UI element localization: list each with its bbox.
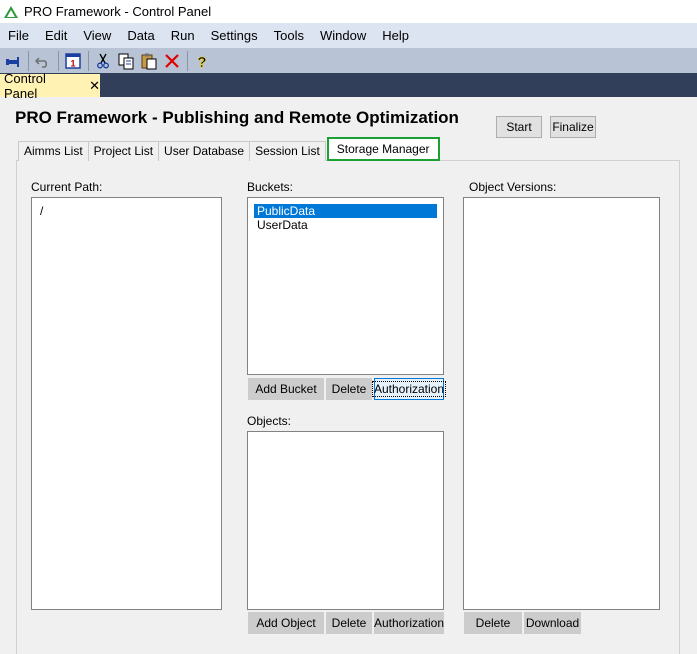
menu-edit[interactable]: Edit — [37, 23, 75, 48]
tab-bar: Aimms List Project List User Database Se… — [18, 137, 440, 161]
finalize-button[interactable]: Finalize — [550, 116, 596, 138]
close-icon[interactable]: ✕ — [89, 78, 100, 94]
buckets-label: Buckets: — [247, 180, 294, 194]
menu-run[interactable]: Run — [163, 23, 203, 48]
toolbar: 1 ? — [0, 48, 697, 73]
objects-list[interactable] — [247, 431, 444, 610]
copy-icon[interactable] — [115, 50, 137, 72]
menu-help[interactable]: Help — [374, 23, 417, 48]
cut-icon[interactable] — [92, 50, 114, 72]
toolbar-separator — [28, 50, 29, 71]
paste-icon[interactable] — [138, 50, 160, 72]
menu-window[interactable]: Window — [312, 23, 374, 48]
document-tab-control-panel[interactable]: Control Panel ✕ — [0, 71, 100, 101]
object-versions-label: Object Versions: — [469, 180, 557, 194]
menu-tools[interactable]: Tools — [266, 23, 312, 48]
menu-settings[interactable]: Settings — [203, 23, 266, 48]
tab-user-database[interactable]: User Database — [158, 141, 251, 161]
bucket-authorization-label: Authorization — [371, 381, 447, 397]
list-item[interactable]: PublicData — [254, 204, 437, 218]
current-path-list[interactable]: / — [31, 197, 222, 610]
add-bucket-button[interactable]: Add Bucket — [248, 378, 324, 400]
document-tab-strip: Control Panel ✕ — [0, 71, 697, 101]
menu-data[interactable]: Data — [119, 23, 162, 48]
pin-icon[interactable] — [2, 50, 24, 72]
menu-file[interactable]: File — [0, 23, 37, 48]
start-button[interactable]: Start — [496, 116, 542, 138]
document-tab-label: Control Panel — [4, 70, 46, 101]
list-item[interactable]: / — [32, 204, 221, 218]
help-icon[interactable]: ? — [191, 50, 213, 72]
tab-session-list[interactable]: Session List — [249, 141, 326, 161]
title-bar: PRO Framework - Control Panel — [0, 0, 697, 23]
page-title: PRO Framework - Publishing and Remote Op… — [15, 108, 459, 127]
add-object-button[interactable]: Add Object — [248, 612, 324, 634]
delete-icon[interactable] — [161, 50, 183, 72]
delete-object-button[interactable]: Delete — [326, 612, 372, 634]
buckets-list[interactable]: PublicData UserData — [247, 197, 444, 375]
menu-view[interactable]: View — [75, 23, 119, 48]
calendar-icon[interactable]: 1 — [62, 50, 84, 72]
tab-project-list[interactable]: Project List — [87, 141, 160, 161]
window-title: PRO Framework - Control Panel — [24, 4, 212, 19]
undo-icon[interactable] — [32, 50, 54, 72]
object-authorization-button[interactable]: Authorization — [374, 612, 444, 634]
menu-bar: File Edit View Data Run Settings Tools W… — [0, 23, 697, 48]
current-path-label: Current Path: — [31, 180, 103, 194]
svg-text:?: ? — [197, 54, 206, 70]
tab-storage-manager[interactable]: Storage Manager — [326, 137, 440, 161]
object-versions-list[interactable] — [463, 197, 660, 610]
toolbar-separator — [88, 50, 89, 71]
bucket-authorization-button[interactable]: Authorization — [371, 378, 447, 400]
toolbar-separator — [58, 50, 59, 71]
delete-version-button[interactable]: Delete — [464, 612, 522, 634]
list-item[interactable]: UserData — [254, 218, 437, 232]
download-button[interactable]: Download — [524, 612, 581, 634]
toolbar-separator — [187, 50, 188, 71]
aimms-logo-icon — [3, 4, 19, 20]
tab-aimms-list[interactable]: Aimms List — [18, 141, 89, 161]
delete-bucket-button[interactable]: Delete — [326, 378, 372, 400]
objects-label: Objects: — [247, 414, 292, 428]
svg-text:1: 1 — [70, 58, 75, 68]
